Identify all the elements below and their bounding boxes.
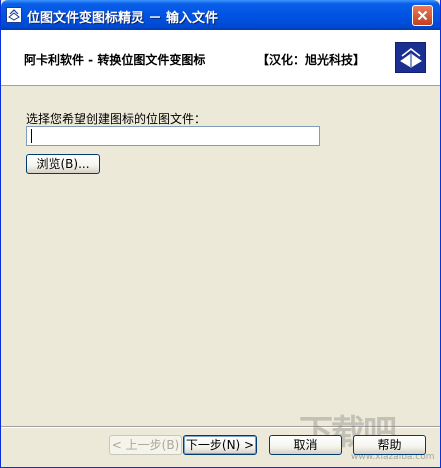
bitmap-file-input[interactable] (26, 126, 320, 146)
close-icon (417, 10, 428, 21)
next-button[interactable]: 下一步(N) > (183, 435, 257, 455)
window-title: 位图文件变图标精灵 － 输入文件 (27, 11, 219, 26)
app-icon (6, 7, 22, 23)
file-prompt-label: 选择您希望创建图标的位图文件： (26, 112, 207, 126)
wizard-logo-icon (395, 42, 426, 73)
title-bar[interactable]: 位图文件变图标精灵 － 输入文件 (1, 0, 440, 30)
wizard-window: 位图文件变图标精灵 － 输入文件 阿卡利软件 - 转换位图文件变图标 【汉化：旭… (0, 0, 441, 468)
cancel-button[interactable]: 取消 (269, 435, 342, 455)
browse-button[interactable]: 浏览(B)... (26, 154, 100, 174)
back-button[interactable]: < 上一步(B) (109, 435, 182, 455)
wizard-header: 阿卡利软件 - 转换位图文件变图标 【汉化：旭光科技】 (1, 30, 440, 86)
header-localization-credit: 【汉化：旭光科技】 (257, 53, 366, 67)
header-product-title: 阿卡利软件 - 转换位图文件变图标 (24, 53, 206, 67)
close-button[interactable] (412, 5, 433, 26)
text-caret (31, 129, 32, 143)
help-button[interactable]: 帮助 (353, 435, 426, 455)
